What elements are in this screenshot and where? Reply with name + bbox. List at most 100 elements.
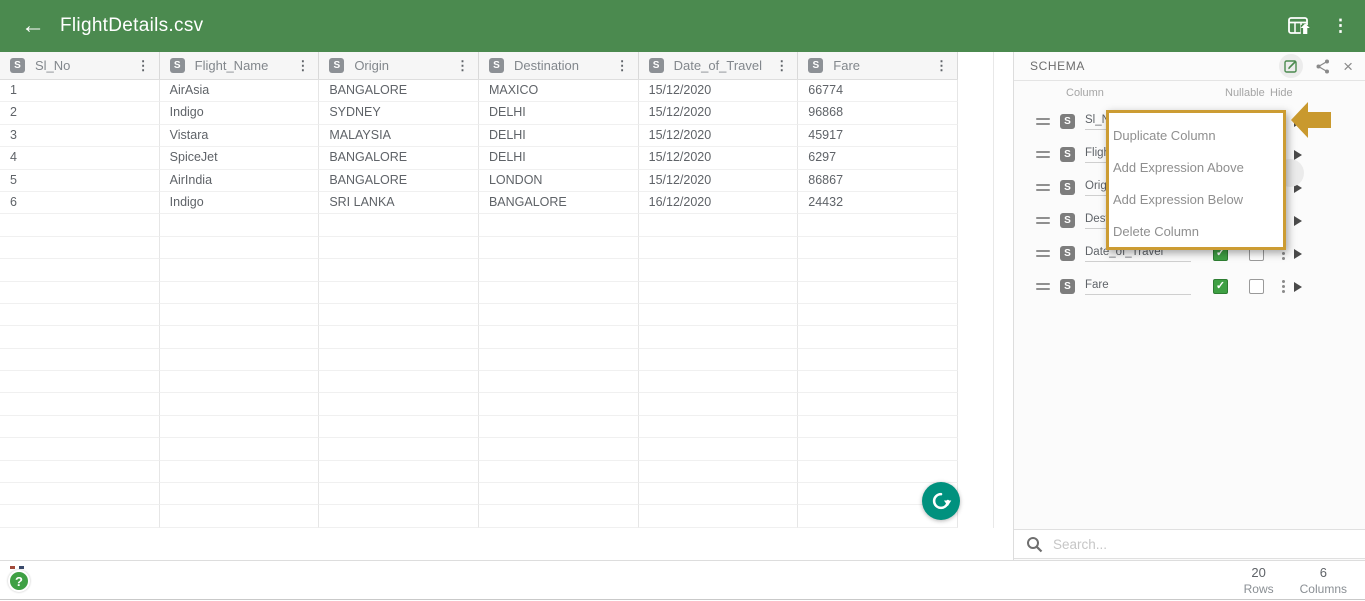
table-cell-empty[interactable] <box>160 371 320 393</box>
table-cell-empty[interactable] <box>798 393 958 415</box>
table-cell-empty[interactable] <box>319 326 479 348</box>
table-cell-empty[interactable] <box>639 483 799 505</box>
table-cell-empty[interactable] <box>160 483 320 505</box>
table-cell-empty[interactable] <box>479 371 639 393</box>
table-cell[interactable]: Indigo <box>160 192 320 214</box>
table-cell[interactable]: BANGALORE <box>319 147 479 169</box>
close-icon[interactable]: × <box>1343 58 1353 75</box>
table-cell-empty[interactable] <box>639 326 799 348</box>
table-cell-empty[interactable] <box>479 282 639 304</box>
table-cell-empty[interactable] <box>160 505 320 527</box>
table-cell-empty[interactable] <box>319 237 479 259</box>
table-cell[interactable]: 15/12/2020 <box>639 170 799 192</box>
table-cell[interactable]: AirAsia <box>160 80 320 102</box>
table-cell[interactable]: DELHI <box>479 147 639 169</box>
table-cell-empty[interactable] <box>798 349 958 371</box>
nullable-checkbox[interactable]: ✓ <box>1213 279 1228 294</box>
table-cell-empty[interactable] <box>160 438 320 460</box>
table-cell[interactable]: 15/12/2020 <box>639 125 799 147</box>
table-cell-empty[interactable] <box>479 483 639 505</box>
share-icon[interactable] <box>1316 59 1330 74</box>
table-cell[interactable]: SRI LANKA <box>319 192 479 214</box>
table-cell-empty[interactable] <box>0 393 160 415</box>
table-cell-empty[interactable] <box>479 214 639 236</box>
table-cell[interactable]: 15/12/2020 <box>639 80 799 102</box>
table-cell-empty[interactable] <box>639 371 799 393</box>
table-cell[interactable]: 3 <box>0 125 160 147</box>
table-cell-empty[interactable] <box>479 237 639 259</box>
edit-schema-button[interactable] <box>1279 54 1303 78</box>
table-cell-empty[interactable] <box>639 438 799 460</box>
table-cell-empty[interactable] <box>319 505 479 527</box>
table-cell[interactable]: MALAYSIA <box>319 125 479 147</box>
column-kebab-icon[interactable]: ⋮ <box>453 58 472 74</box>
column-header-Flight_Name[interactable]: S Flight_Name ⋮ <box>160 52 320 79</box>
table-cell-empty[interactable] <box>639 259 799 281</box>
table-cell-empty[interactable] <box>0 259 160 281</box>
table-cell[interactable]: 1 <box>0 80 160 102</box>
table-cell[interactable]: 6 <box>0 192 160 214</box>
table-cell[interactable]: 16/12/2020 <box>639 192 799 214</box>
table-cell-empty[interactable] <box>479 505 639 527</box>
table-cell[interactable]: 5 <box>0 170 160 192</box>
table-cell[interactable]: AirIndia <box>160 170 320 192</box>
help-timer-icon[interactable]: ? <box>8 566 32 594</box>
column-header-Date_of_Travel[interactable]: S Date_of_Travel ⋮ <box>639 52 799 79</box>
table-cell[interactable]: SYDNEY <box>319 102 479 124</box>
table-cell-empty[interactable] <box>639 237 799 259</box>
table-cell-empty[interactable] <box>0 304 160 326</box>
table-cell-empty[interactable] <box>160 393 320 415</box>
table-cell-empty[interactable] <box>639 282 799 304</box>
table-cell-empty[interactable] <box>160 282 320 304</box>
field-expand-icon[interactable] <box>1294 150 1302 160</box>
table-cell[interactable]: BANGALORE <box>319 170 479 192</box>
table-cell-empty[interactable] <box>479 326 639 348</box>
table-cell[interactable]: Vistara <box>160 125 320 147</box>
table-cell-empty[interactable] <box>798 282 958 304</box>
table-cell-empty[interactable] <box>798 304 958 326</box>
table-cell-empty[interactable] <box>479 438 639 460</box>
table-cell[interactable]: BANGALORE <box>479 192 639 214</box>
column-kebab-icon[interactable]: ⋮ <box>613 58 632 74</box>
export-table-icon[interactable] <box>1288 17 1312 35</box>
table-cell-empty[interactable] <box>639 304 799 326</box>
drag-handle-icon[interactable] <box>1036 118 1050 125</box>
table-cell-empty[interactable] <box>319 304 479 326</box>
table-cell[interactable]: 2 <box>0 102 160 124</box>
field-expand-icon[interactable] <box>1294 282 1302 292</box>
drag-handle-icon[interactable] <box>1036 151 1050 158</box>
table-cell-empty[interactable] <box>0 214 160 236</box>
context-menu-item[interactable]: Duplicate Column <box>1109 120 1283 152</box>
column-kebab-icon[interactable]: ⋮ <box>134 58 153 74</box>
table-cell-empty[interactable] <box>639 214 799 236</box>
column-header-Fare[interactable]: S Fare ⋮ <box>798 52 958 79</box>
drag-handle-icon[interactable] <box>1036 283 1050 290</box>
column-kebab-icon[interactable]: ⋮ <box>932 58 951 74</box>
app-menu-icon[interactable]: ⋮ <box>1332 16 1349 36</box>
table-cell[interactable]: DELHI <box>479 102 639 124</box>
table-cell-empty[interactable] <box>319 438 479 460</box>
table-cell-empty[interactable] <box>0 326 160 348</box>
table-cell-empty[interactable] <box>319 349 479 371</box>
table-cell-empty[interactable] <box>479 259 639 281</box>
table-cell-empty[interactable] <box>319 371 479 393</box>
table-cell-empty[interactable] <box>160 461 320 483</box>
table-cell[interactable]: 4 <box>0 147 160 169</box>
refresh-fab-button[interactable] <box>922 482 960 520</box>
table-cell-empty[interactable] <box>160 259 320 281</box>
table-cell[interactable]: Indigo <box>160 102 320 124</box>
table-cell[interactable]: 24432 <box>798 192 958 214</box>
column-header-Sl_No[interactable]: S Sl_No ⋮ <box>0 52 160 79</box>
table-cell-empty[interactable] <box>319 416 479 438</box>
table-cell-empty[interactable] <box>639 349 799 371</box>
table-cell-empty[interactable] <box>798 371 958 393</box>
back-button[interactable]: ← <box>18 14 48 38</box>
table-cell-empty[interactable] <box>160 304 320 326</box>
table-cell-empty[interactable] <box>319 259 479 281</box>
table-cell-empty[interactable] <box>0 505 160 527</box>
table-cell-empty[interactable] <box>160 349 320 371</box>
drag-handle-icon[interactable] <box>1036 250 1050 257</box>
table-cell[interactable]: 86867 <box>798 170 958 192</box>
table-cell-empty[interactable] <box>319 393 479 415</box>
context-menu-item[interactable]: Delete Column <box>1109 216 1283 248</box>
